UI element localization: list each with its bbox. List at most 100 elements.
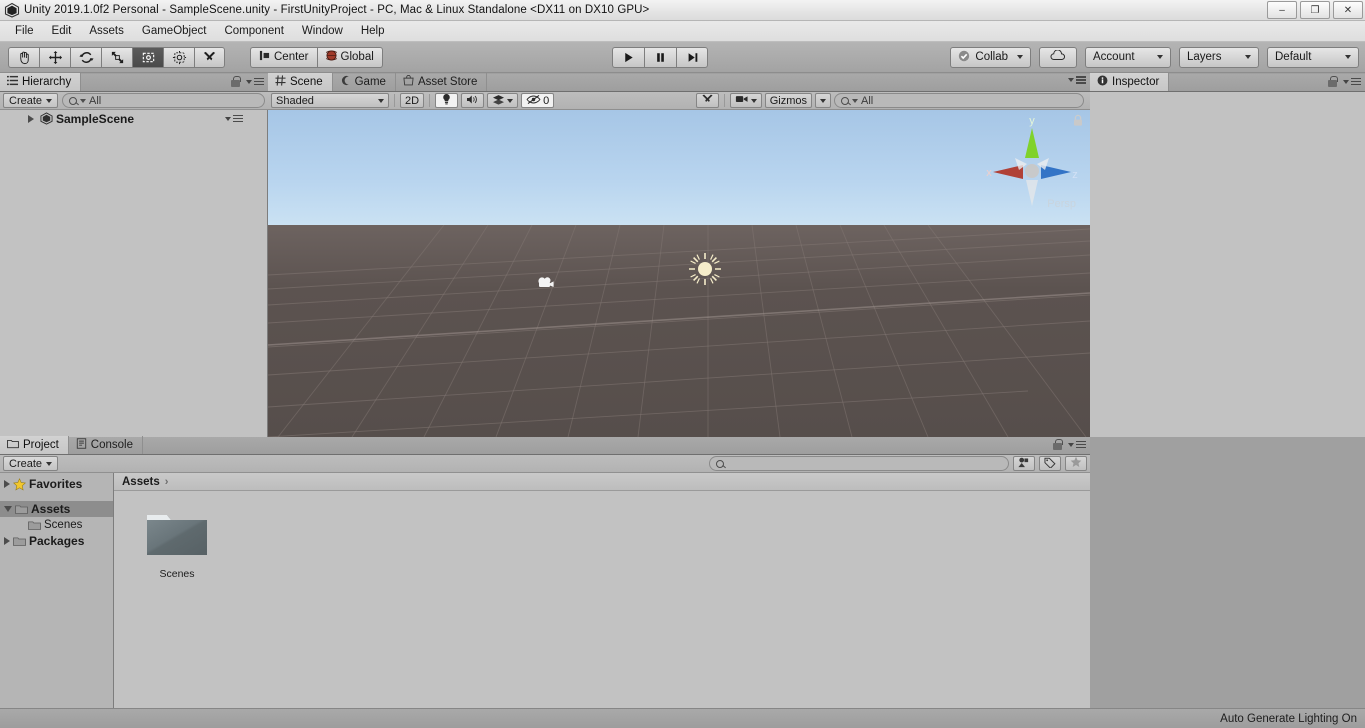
chevron-down-icon	[820, 99, 826, 103]
minimize-button[interactable]: –	[1267, 1, 1297, 19]
gizmos-button[interactable]: Gizmos	[765, 93, 812, 108]
chevron-down-icon[interactable]	[507, 99, 513, 103]
playback-controls	[612, 47, 708, 68]
scene-gizmo-lock-icon[interactable]	[1072, 114, 1084, 130]
expand-triangle-icon[interactable]	[28, 115, 34, 123]
hierarchy-toolbar: Create All	[0, 92, 268, 110]
scene-icon	[40, 112, 53, 125]
gizmos-dropdown[interactable]	[815, 93, 831, 108]
search-icon	[841, 97, 849, 105]
project-tree[interactable]: Favorites Assets Scenes	[0, 473, 114, 708]
chevron-down-icon	[378, 99, 384, 103]
panel-menu-icon[interactable]	[246, 78, 264, 86]
type-filter-icon	[1018, 457, 1030, 471]
project-tree-item-packages[interactable]: Packages	[0, 533, 113, 549]
asset-grid: Scenes	[114, 491, 1090, 580]
pivot-space-button[interactable]: Global	[317, 47, 383, 68]
collapse-triangle-icon[interactable]	[4, 506, 12, 512]
scene-camera-button[interactable]	[730, 93, 762, 108]
breadcrumb-item-assets[interactable]: Assets	[122, 476, 160, 488]
project-tree-item-scenes[interactable]: Scenes	[0, 517, 113, 533]
scene-viewport[interactable]: y x z Persp	[268, 110, 1090, 437]
menu-file[interactable]: File	[6, 23, 43, 39]
menu-window[interactable]: Window	[293, 23, 352, 39]
project-create-button[interactable]: Create	[3, 456, 58, 471]
filter-by-label-button[interactable]	[1039, 456, 1061, 471]
close-button[interactable]: ✕	[1333, 1, 1363, 19]
scale-tool-button[interactable]	[101, 47, 132, 68]
folder-icon	[145, 507, 209, 562]
tab-project-label: Project	[23, 439, 59, 451]
scene-projection-label[interactable]: Persp	[1047, 198, 1076, 210]
expand-triangle-icon[interactable]	[4, 537, 10, 545]
status-message: Auto Generate Lighting On	[1220, 713, 1357, 725]
account-button[interactable]: Account	[1085, 47, 1171, 68]
scene-visibility-toggle[interactable]: 0	[521, 93, 554, 108]
hierarchy-scene-row[interactable]: SampleScene	[0, 110, 267, 127]
menu-assets[interactable]: Assets	[80, 23, 133, 39]
scene-effects-toggle[interactable]	[487, 93, 518, 108]
play-button[interactable]	[612, 47, 644, 68]
scene-tools-button[interactable]	[696, 93, 719, 108]
menu-component[interactable]: Component	[215, 23, 292, 39]
hierarchy-search-input[interactable]: All	[62, 93, 265, 108]
project-search-input[interactable]	[709, 456, 1009, 471]
asset-item-scenes[interactable]: Scenes	[138, 507, 216, 580]
tab-hierarchy[interactable]: Hierarchy	[0, 73, 81, 91]
pause-button[interactable]	[644, 47, 676, 68]
collab-button[interactable]: Collab	[950, 47, 1031, 68]
filter-favorites-button[interactable]	[1065, 456, 1087, 471]
cloud-button[interactable]	[1039, 47, 1077, 68]
scene-lighting-toggle[interactable]	[435, 93, 458, 108]
menu-edit[interactable]: Edit	[43, 23, 81, 39]
chevron-down-icon[interactable]	[751, 99, 757, 103]
layers-button[interactable]: Layers	[1179, 47, 1259, 68]
project-tree-item-favorites[interactable]: Favorites	[0, 476, 113, 492]
hierarchy-create-button[interactable]: Create	[3, 93, 58, 108]
project-tree-item-assets[interactable]: Assets	[0, 501, 113, 517]
tab-console[interactable]: Console	[69, 436, 143, 454]
divider	[394, 94, 395, 107]
search-icon	[69, 97, 77, 105]
directional-light-gizmo[interactable]	[688, 252, 722, 289]
transform-tool-button[interactable]	[163, 47, 194, 68]
project-tree-label: Packages	[29, 534, 84, 548]
tab-asset-store[interactable]: Asset Store	[396, 73, 487, 91]
draw-mode-dropdown[interactable]: Shaded	[271, 93, 389, 108]
lock-icon[interactable]	[231, 76, 240, 87]
rotate-tool-button[interactable]	[70, 47, 101, 68]
filter-by-type-button[interactable]	[1013, 456, 1035, 471]
globe-icon	[326, 50, 337, 64]
rect-tool-button[interactable]	[132, 47, 163, 68]
hand-tool-button[interactable]	[8, 47, 39, 68]
menu-gameobject[interactable]: GameObject	[133, 23, 216, 39]
panel-menu-icon[interactable]	[1068, 76, 1086, 84]
custom-editor-tool-button[interactable]	[194, 47, 225, 68]
tab-project[interactable]: Project	[0, 436, 69, 454]
scene-search-input[interactable]: All	[834, 93, 1084, 108]
tab-scene[interactable]: Scene	[268, 73, 333, 91]
tab-inspector[interactable]: Inspector	[1090, 73, 1169, 91]
chevron-down-icon	[46, 99, 52, 103]
move-tool-button[interactable]	[39, 47, 70, 68]
expand-triangle-icon[interactable]	[4, 480, 10, 488]
lock-icon[interactable]	[1328, 76, 1337, 87]
panel-menu-icon[interactable]	[1068, 441, 1086, 449]
main-camera-gizmo[interactable]	[536, 275, 556, 294]
collab-check-icon	[958, 50, 970, 65]
pivot-mode-button[interactable]: Center	[250, 47, 317, 68]
project-content: Assets ›	[114, 473, 1090, 708]
scene-audio-toggle[interactable]	[461, 93, 484, 108]
layout-button[interactable]: Default	[1267, 47, 1359, 68]
menu-help[interactable]: Help	[352, 23, 394, 39]
scene-context-menu-icon[interactable]	[225, 115, 243, 123]
lock-icon[interactable]	[1053, 439, 1062, 450]
panel-menu-icon[interactable]	[1343, 78, 1361, 86]
step-button[interactable]	[676, 47, 708, 68]
2d-toggle-button[interactable]: 2D	[400, 93, 424, 108]
hierarchy-tree[interactable]: SampleScene	[0, 110, 268, 437]
tab-game[interactable]: Game	[333, 73, 396, 91]
scene-tabstrip: Scene Game Asset Store	[268, 74, 1090, 92]
chevron-down-icon	[1245, 55, 1251, 59]
maximize-button[interactable]: ❐	[1300, 1, 1330, 19]
